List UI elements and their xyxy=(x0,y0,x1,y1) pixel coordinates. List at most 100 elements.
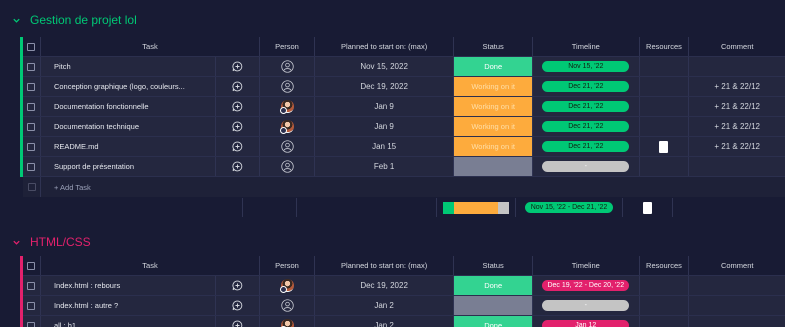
header-task[interactable]: Task xyxy=(41,37,261,56)
planned-date[interactable]: Jan 2 xyxy=(315,296,455,315)
status-cell[interactable] xyxy=(454,157,534,176)
header-person[interactable]: Person xyxy=(260,256,315,275)
person-cell[interactable] xyxy=(260,276,315,295)
comment-cell[interactable] xyxy=(689,316,785,327)
header-status[interactable]: Status xyxy=(454,37,533,56)
resources-cell[interactable] xyxy=(640,97,690,116)
resources-cell[interactable] xyxy=(640,276,690,295)
row-checkbox[interactable] xyxy=(23,117,41,136)
row-checkbox[interactable] xyxy=(23,276,41,295)
timeline-cell[interactable]: Dec 21, '22 xyxy=(533,137,640,156)
comment-cell[interactable]: + 21 & 22/12 xyxy=(689,117,785,136)
status-cell[interactable]: Working on it xyxy=(454,137,534,156)
comment-cell[interactable]: + 21 & 22/12 xyxy=(689,137,785,156)
add-update-button[interactable] xyxy=(216,97,261,116)
status-summary[interactable] xyxy=(437,198,516,217)
row-checkbox[interactable] xyxy=(23,77,41,96)
planned-date[interactable]: Jan 9 xyxy=(315,97,455,116)
person-cell[interactable] xyxy=(260,296,315,315)
header-resources[interactable]: Resources xyxy=(640,256,690,275)
task-name[interactable]: README.md xyxy=(41,137,217,156)
timeline-cell[interactable]: Dec 21, '22 xyxy=(533,77,640,96)
row-checkbox[interactable] xyxy=(23,157,41,176)
resources-cell[interactable] xyxy=(640,316,690,327)
file-thumbnail[interactable] xyxy=(659,140,669,153)
header-resources[interactable]: Resources xyxy=(640,37,690,56)
task-name[interactable]: Index.html : autre ? xyxy=(41,296,217,315)
header-task[interactable]: Task xyxy=(41,256,261,275)
status-cell[interactable]: Done xyxy=(454,316,534,327)
row-checkbox[interactable] xyxy=(23,137,41,156)
add-update-button[interactable] xyxy=(216,137,261,156)
planned-date[interactable]: Dec 19, 2022 xyxy=(315,276,455,295)
timeline-cell[interactable]: Dec 19, '22 - Dec 20, '22 xyxy=(533,276,640,295)
planned-date[interactable]: Jan 15 xyxy=(315,137,455,156)
status-cell[interactable]: Done xyxy=(454,276,534,295)
resources-cell[interactable] xyxy=(640,57,690,76)
person-cell[interactable] xyxy=(260,77,315,96)
add-update-icon[interactable] xyxy=(232,280,243,291)
group-header-1[interactable]: Gestion de projet lol xyxy=(12,11,137,29)
add-update-button[interactable] xyxy=(216,117,261,136)
add-update-icon[interactable] xyxy=(232,101,243,112)
table-row[interactable]: Conception graphique (logo, couleurs... D… xyxy=(23,77,785,97)
add-task-label[interactable]: + Add Task xyxy=(41,177,91,197)
table-row[interactable]: Index.html : rebours Dec 19, 2022 Done Dec … xyxy=(23,276,785,296)
add-update-button[interactable] xyxy=(216,316,261,327)
resources-cell[interactable] xyxy=(640,77,690,96)
header-timeline[interactable]: Timeline xyxy=(533,256,640,275)
status-cell[interactable]: Working on it xyxy=(454,77,534,96)
chevron-down-icon[interactable] xyxy=(12,16,21,25)
table-row[interactable]: Support de présentation Feb 1 - xyxy=(23,157,785,177)
add-update-button[interactable] xyxy=(216,296,261,315)
timeline-cell[interactable]: Dec 21, '22 xyxy=(533,117,640,136)
table-row[interactable]: Pitch Nov 15, 2022 Done Nov 15, '22 xyxy=(23,57,785,77)
status-cell[interactable]: Working on it xyxy=(454,117,534,136)
row-checkbox[interactable] xyxy=(23,316,41,327)
select-all-checkbox[interactable] xyxy=(23,37,41,56)
person-cell[interactable] xyxy=(260,316,315,327)
task-name[interactable]: Conception graphique (logo, couleurs... xyxy=(41,77,217,96)
timeline-cell[interactable]: Nov 15, '22 xyxy=(533,57,640,76)
person-cell[interactable] xyxy=(260,117,315,136)
table-row[interactable]: all : h1 Jan 2 Done Jan 12 xyxy=(23,316,785,327)
person-cell[interactable] xyxy=(260,157,315,176)
comment-cell[interactable] xyxy=(689,57,785,76)
comment-cell[interactable] xyxy=(689,296,785,315)
add-update-icon[interactable] xyxy=(232,61,243,72)
group-header-2[interactable]: HTML/CSS xyxy=(12,233,91,251)
row-checkbox[interactable] xyxy=(23,296,41,315)
planned-date[interactable]: Jan 2 xyxy=(315,316,455,327)
comment-cell[interactable] xyxy=(689,157,785,176)
status-cell[interactable] xyxy=(454,296,534,315)
chevron-down-icon[interactable] xyxy=(12,238,21,247)
person-cell[interactable] xyxy=(260,137,315,156)
add-update-button[interactable] xyxy=(216,157,261,176)
row-checkbox[interactable] xyxy=(23,97,41,116)
group-title[interactable]: Gestion de projet lol xyxy=(30,13,137,27)
timeline-cell[interactable]: - xyxy=(533,157,640,176)
header-planned[interactable]: Planned to start on: (max) xyxy=(315,37,455,56)
header-timeline[interactable]: Timeline xyxy=(533,37,640,56)
header-comment[interactable]: Comment xyxy=(689,37,785,56)
timeline-cell[interactable]: - xyxy=(533,296,640,315)
planned-date[interactable]: Nov 15, 2022 xyxy=(315,57,455,76)
task-name[interactable]: Support de présentation xyxy=(41,157,217,176)
status-cell[interactable]: Working on it xyxy=(454,97,534,116)
header-planned[interactable]: Planned to start on: (max) xyxy=(315,256,455,275)
comment-cell[interactable]: + 21 & 22/12 xyxy=(689,77,785,96)
task-name[interactable]: Pitch xyxy=(41,57,217,76)
resources-cell[interactable] xyxy=(640,117,690,136)
row-checkbox[interactable] xyxy=(23,57,41,76)
comment-cell[interactable] xyxy=(689,276,785,295)
table-row[interactable]: Documentation fonctionnelle Jan 9 Working … xyxy=(23,97,785,117)
add-update-button[interactable] xyxy=(216,276,261,295)
timeline-cell[interactable]: Jan 12 xyxy=(533,316,640,327)
add-update-icon[interactable] xyxy=(232,300,243,311)
header-person[interactable]: Person xyxy=(260,37,315,56)
person-cell[interactable] xyxy=(260,97,315,116)
timeline-summary[interactable]: Nov 15, '22 - Dec 21, '22 xyxy=(516,198,623,217)
task-name[interactable]: Documentation fonctionnelle xyxy=(41,97,217,116)
add-update-button[interactable] xyxy=(216,57,261,76)
status-cell[interactable]: Done xyxy=(454,57,534,76)
